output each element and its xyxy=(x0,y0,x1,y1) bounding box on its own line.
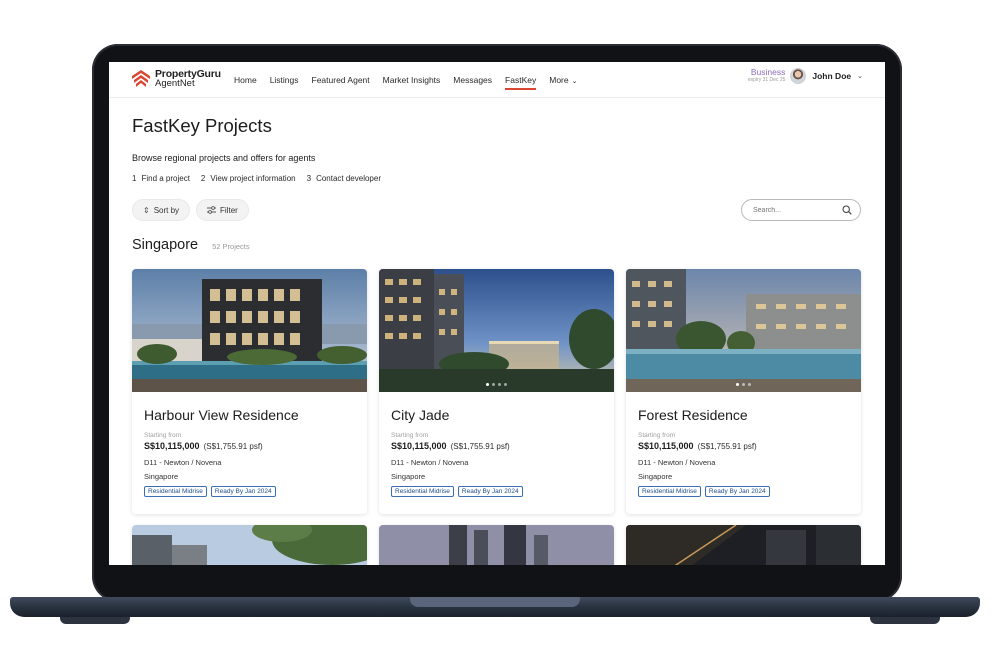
project-district: D11 - Newton / Novena xyxy=(638,458,716,467)
price-caption: Starting from xyxy=(638,432,676,439)
project-district: D11 - Newton / Novena xyxy=(144,458,222,467)
account-menu[interactable]: Business expiry 31 Dec 25 John Doe ⌄ xyxy=(748,68,863,84)
sort-button[interactable]: ⇕ Sort by xyxy=(132,199,191,221)
project-image[interactable] xyxy=(379,269,614,392)
price-psf: (S$1,755.91 psf) xyxy=(203,442,263,451)
project-name[interactable]: Forest Residence xyxy=(638,407,849,423)
project-city: Singapore xyxy=(144,472,179,481)
project-tags: Residential Midrise Ready By Jan 2024 xyxy=(144,486,355,497)
laptop-screen: PropertyGuru AgentNet Home Listings Feat… xyxy=(109,62,885,565)
project-image[interactable] xyxy=(626,269,861,392)
price-psf: (S$1,755.91 psf) xyxy=(450,442,510,451)
propertyguru-logo-icon xyxy=(132,70,150,87)
nav-more[interactable]: More ⌄ xyxy=(549,62,577,98)
carousel-dot[interactable] xyxy=(486,383,489,386)
nav-more-label: More xyxy=(549,75,569,85)
chevron-down-icon: ⌄ xyxy=(857,73,863,80)
project-image[interactable] xyxy=(132,269,367,392)
chevron-down-icon: ⌄ xyxy=(571,78,578,85)
carousel-dots[interactable] xyxy=(735,383,753,386)
steps-list: 1 Find a project 2 View project informatio… xyxy=(132,174,392,183)
filter-button[interactable]: Filter xyxy=(196,199,249,221)
tag-property-type: Residential Midrise xyxy=(391,486,454,497)
project-tags: Residential Midrise Ready By Jan 2024 xyxy=(638,486,849,497)
project-image[interactable] xyxy=(132,525,367,565)
main-nav: Home Listings Featured Agent Market Insi… xyxy=(234,62,590,98)
laptop-notch xyxy=(410,597,580,607)
search-icon[interactable] xyxy=(842,205,852,215)
plan-badge: Business expiry 31 Dec 25 xyxy=(748,68,786,84)
project-price: S$10,115,000 (S$1,755.91 psf) xyxy=(638,441,757,451)
project-image[interactable] xyxy=(626,525,861,565)
search-input[interactable] xyxy=(753,206,833,214)
project-card[interactable]: City Jade Starting from S$10,115,000 (S$1… xyxy=(379,269,614,514)
brand-logo[interactable]: PropertyGuru AgentNet xyxy=(131,69,221,89)
nav-messages[interactable]: Messages xyxy=(453,62,492,98)
section-header: Singapore 52 Projects xyxy=(132,237,250,253)
project-card[interactable] xyxy=(132,525,367,565)
step-item: 1 Find a project xyxy=(132,174,190,183)
nav-market-insights[interactable]: Market Insights xyxy=(383,62,441,98)
nav-listings[interactable]: Listings xyxy=(270,62,299,98)
section-title: Singapore xyxy=(132,237,199,253)
carousel-dot[interactable] xyxy=(742,383,745,386)
filter-sliders-icon xyxy=(207,206,217,214)
carousel-dot[interactable] xyxy=(748,383,751,386)
carousel-dot[interactable] xyxy=(492,383,495,386)
search-box[interactable] xyxy=(741,199,861,221)
brand-subname: AgentNet xyxy=(155,78,195,89)
tag-ready-date: Ready By Jan 2024 xyxy=(210,486,276,497)
project-tags: Residential Midrise Ready By Jan 2024 xyxy=(391,486,602,497)
plan-label: Business xyxy=(750,67,786,77)
laptop-foot-right xyxy=(870,617,940,624)
project-price: S$10,115,000 (S$1,755.91 psf) xyxy=(144,441,263,451)
page-title: FastKey Projects xyxy=(132,115,272,136)
step-item: 2 View project information xyxy=(200,174,296,183)
project-card[interactable]: Harbour View Residence Starting from S$1… xyxy=(132,269,367,514)
carousel-dot[interactable] xyxy=(498,383,501,386)
project-district: D11 - Newton / Novena xyxy=(391,458,469,467)
filter-label: Filter xyxy=(220,205,238,215)
laptop-foot-left xyxy=(60,617,130,624)
step-item: 3 Contact developer xyxy=(306,174,381,183)
carousel-dots[interactable] xyxy=(485,383,509,386)
price-caption: Starting from xyxy=(391,432,429,439)
list-controls: ⇕ Sort by Filter xyxy=(132,199,255,221)
project-card[interactable] xyxy=(379,525,614,565)
price-caption: Starting from xyxy=(144,432,182,439)
project-price: S$10,115,000 (S$1,755.91 psf) xyxy=(391,441,510,451)
project-name[interactable]: Harbour View Residence xyxy=(144,407,355,423)
tag-property-type: Residential Midrise xyxy=(638,486,701,497)
project-card[interactable]: Forest Residence Starting from S$10,115,… xyxy=(626,269,861,514)
carousel-dot[interactable] xyxy=(736,383,739,386)
nav-fastkey[interactable]: FastKey xyxy=(505,62,537,98)
user-name: John Doe xyxy=(812,71,852,81)
project-card[interactable] xyxy=(626,525,861,565)
tag-ready-date: Ready By Jan 2024 xyxy=(457,486,523,497)
project-name[interactable]: City Jade xyxy=(391,407,602,423)
project-city: Singapore xyxy=(638,472,673,481)
top-navigation: PropertyGuru AgentNet Home Listings Feat… xyxy=(109,62,885,98)
tag-property-type: Residential Midrise xyxy=(144,486,207,497)
price-psf: (S$1,755.91 psf) xyxy=(697,442,757,451)
page-subtitle: Browse regional projects and offers for … xyxy=(132,153,316,163)
avatar xyxy=(790,68,807,84)
carousel-dot[interactable] xyxy=(504,383,507,386)
nav-featured-agent[interactable]: Featured Agent xyxy=(312,62,370,98)
tag-ready-date: Ready By Jan 2024 xyxy=(704,486,770,497)
project-image[interactable] xyxy=(379,525,614,565)
sort-arrows-icon: ⇕ xyxy=(143,205,150,215)
project-city: Singapore xyxy=(391,472,426,481)
nav-home[interactable]: Home xyxy=(234,62,257,98)
plan-expiry: expiry 31 Dec 25 xyxy=(747,77,786,83)
sort-label: Sort by xyxy=(153,205,180,215)
section-count: 52 Projects xyxy=(212,242,250,251)
